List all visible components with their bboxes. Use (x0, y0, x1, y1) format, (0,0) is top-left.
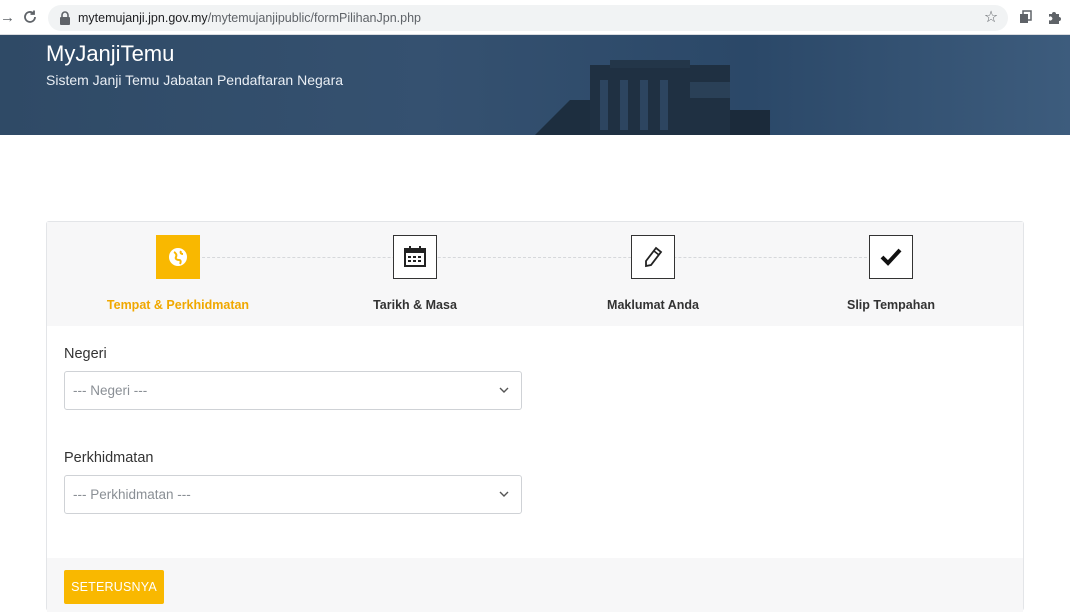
site-subtitle: Sistem Janji Temu Jabatan Pendaftaran Ne… (46, 72, 344, 88)
tab-copy-icon[interactable] (1018, 9, 1034, 25)
bookmark-star-icon[interactable]: ☆ (982, 9, 1000, 27)
lock-icon (59, 11, 71, 25)
progress-steps: Tempat & Perkhidmatan Tarikh & Masa Makl… (47, 222, 1023, 326)
booking-card: Tempat & Perkhidmatan Tarikh & Masa Makl… (46, 221, 1024, 612)
card-footer: SETERUSNYA (47, 558, 1023, 612)
extensions-puzzle-icon[interactable] (1046, 9, 1062, 25)
browser-toolbar: → mytemujanji.jpn.gov.my/mytemujanjipubl… (0, 0, 1070, 35)
step-label: Slip Tempahan (847, 298, 935, 312)
url-domain: mytemujanji.jpn.gov.my (78, 11, 208, 25)
step-tempat[interactable]: Tempat & Perkhidmatan (78, 235, 278, 312)
perkhidmatan-select[interactable]: --- Perkhidmatan --- (64, 475, 522, 514)
site-title: MyJanjiTemu (46, 41, 175, 66)
steps-connector (177, 257, 892, 258)
globe-icon (156, 235, 200, 279)
negeri-select[interactable]: --- Negeri --- (64, 371, 522, 410)
chevron-down-icon (499, 387, 509, 393)
perkhidmatan-label: Perkhidmatan (64, 450, 154, 466)
step-label: Tempat & Perkhidmatan (106, 298, 250, 312)
building-silhouette (535, 60, 770, 135)
url-path: /mytemujanjipublic/formPilihanJpn.php (207, 11, 421, 25)
negeri-select-value: --- Negeri --- (73, 383, 148, 398)
calendar-icon (393, 235, 437, 279)
pencil-icon (631, 235, 675, 279)
reload-icon[interactable] (20, 7, 40, 27)
step-slip[interactable]: Slip Tempahan (791, 235, 991, 312)
url-text: mytemujanji.jpn.gov.my/mytemujanjipublic… (78, 5, 421, 31)
header-banner: MyJanjiTemu Sistem Janji Temu Jabatan Pe… (0, 35, 1070, 135)
next-button[interactable]: SETERUSNYA (64, 570, 164, 604)
perkhidmatan-select-value: --- Perkhidmatan --- (73, 487, 191, 502)
step-label: Maklumat Anda (607, 298, 699, 312)
address-bar[interactable]: mytemujanji.jpn.gov.my/mytemujanjipublic… (48, 5, 1008, 31)
step-tarikh[interactable]: Tarikh & Masa (315, 235, 515, 312)
forward-arrow-icon[interactable]: → (0, 9, 15, 27)
step-label: Tarikh & Masa (373, 298, 457, 312)
negeri-label: Negeri (64, 346, 107, 362)
step-maklumat[interactable]: Maklumat Anda (553, 235, 753, 312)
checkmark-icon (869, 235, 913, 279)
chevron-down-icon (499, 491, 509, 497)
